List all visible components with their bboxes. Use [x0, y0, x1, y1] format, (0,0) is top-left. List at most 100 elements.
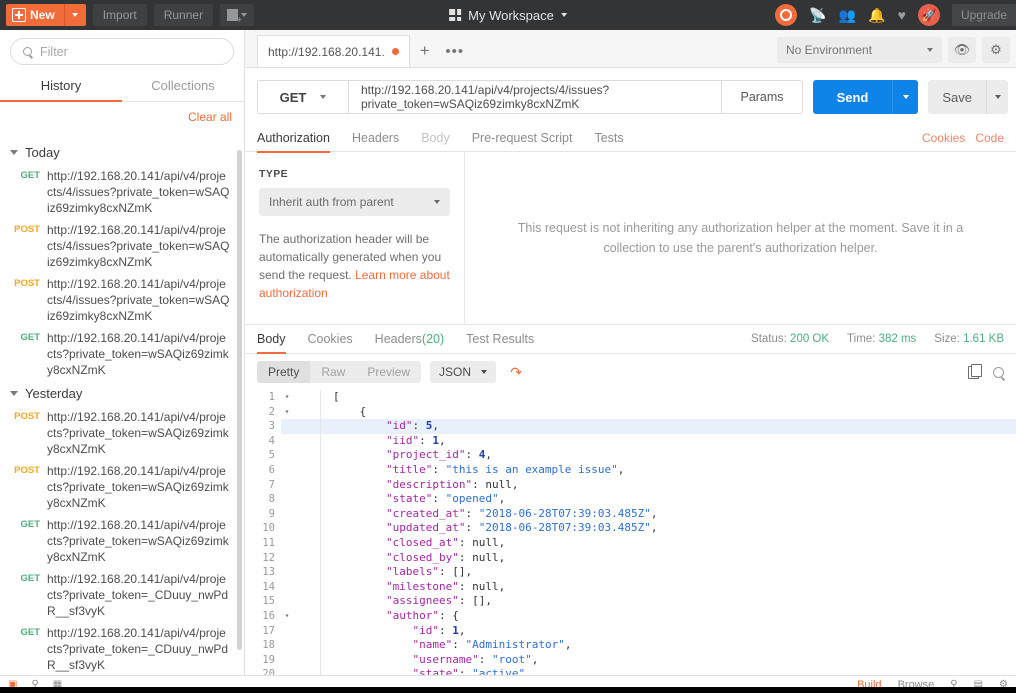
token-p: : — [465, 448, 479, 462]
search-icon[interactable] — [993, 366, 1004, 378]
new-dropdown-button[interactable] — [63, 4, 86, 26]
rocket-icon[interactable]: 🚀 — [917, 4, 940, 26]
history-group-header[interactable]: Yesterday — [0, 381, 244, 406]
list-item[interactable]: GET http://192.168.20.141/api/v4/projects… — [0, 327, 244, 381]
tab-collections[interactable]: Collections — [122, 71, 244, 101]
token-k: "project_id" — [385, 448, 466, 462]
new-button[interactable]: New — [6, 4, 86, 26]
token-k: "closed_at" — [385, 535, 459, 549]
list-item[interactable]: GET http://192.168.20.141/api/v4/projects… — [0, 568, 244, 622]
fold-toggle-icon[interactable]: ▾ — [281, 405, 293, 420]
environment-quick-look-button[interactable]: 👁 — [948, 37, 976, 63]
token-p: : { — [438, 608, 459, 622]
request-tab[interactable]: http://192.168.20.141. — [257, 35, 410, 67]
fold-toggle-icon — [281, 492, 293, 507]
status-meta: Status: 200 OK — [751, 333, 829, 345]
runner-button[interactable]: Runner — [153, 4, 214, 26]
code-text: "project_id": 4, — [321, 448, 492, 463]
tab-headers[interactable]: Headers (20) — [375, 325, 444, 353]
list-item[interactable]: POST http://192.168.20.141/api/v4/project… — [0, 273, 244, 327]
tab-body[interactable]: Body — [421, 124, 450, 152]
environment-manage-button[interactable]: ⚙ — [982, 37, 1010, 63]
list-item[interactable]: POST http://192.168.20.141/api/v4/project… — [0, 219, 244, 273]
clear-all-button[interactable]: Clear all — [188, 110, 232, 124]
fold-toggle-icon — [281, 624, 293, 639]
filter-input[interactable] — [40, 44, 221, 59]
token-k: "description" — [385, 477, 473, 491]
method-selector[interactable]: GET — [257, 80, 349, 114]
code-text: "closed_by": null, — [321, 551, 505, 566]
line-number: 11 — [245, 535, 281, 551]
history-item-method: GET — [20, 573, 40, 584]
new-window-button[interactable] — [220, 4, 255, 26]
format-raw[interactable]: Raw — [310, 361, 356, 383]
list-item[interactable]: POST http://192.168.20.141/api/v4/project… — [0, 406, 244, 460]
history-group-header[interactable]: Today — [0, 140, 244, 165]
code-line: 6 "title": "this is an example issue", — [245, 462, 1016, 478]
code-line: 13 "labels": [], — [245, 565, 1016, 580]
fold-toggle-icon — [281, 448, 293, 463]
gear-icon: ⚙ — [990, 42, 1002, 57]
format-preview[interactable]: Preview — [356, 361, 421, 383]
token-p: , — [498, 550, 506, 564]
heart-icon[interactable]: ♥ — [898, 8, 906, 22]
authorization-pane: TYPE Inherit auth from parent The author… — [245, 152, 1016, 324]
auth-type-selector[interactable]: Inherit auth from parent — [259, 188, 450, 216]
code-text: "iid": 1, — [321, 434, 446, 449]
code-line: 3 "id": 5, — [245, 419, 1016, 434]
list-item[interactable]: GET http://192.168.20.141/api/v4/projects… — [0, 165, 244, 219]
cookies-link[interactable]: Cookies — [922, 131, 965, 145]
tab-history[interactable]: History — [0, 71, 122, 102]
tab-test-results[interactable]: Test Results — [466, 325, 534, 353]
tab-options-button[interactable]: ••• — [440, 35, 470, 67]
save-options-button[interactable] — [986, 80, 1008, 114]
code-text: "author": { — [321, 609, 459, 624]
params-button[interactable]: Params — [722, 80, 803, 114]
filter-box[interactable] — [10, 38, 234, 65]
url-input[interactable]: http://192.168.20.141/api/v4/projects/4/… — [349, 80, 723, 114]
fold-toggle-icon[interactable]: ▾ — [281, 609, 293, 624]
code-text: "title": "this is an example issue", — [321, 463, 624, 478]
gutter-divider — [293, 535, 321, 551]
fold-toggle-icon — [281, 638, 293, 653]
token-p: , — [531, 652, 539, 666]
list-item[interactable]: POST http://192.168.20.141/api/v4/project… — [0, 460, 244, 514]
code-line: 7 "description": null, — [245, 477, 1016, 493]
code-text: "id": 5, — [321, 419, 439, 434]
tab-authorization[interactable]: Authorization — [257, 124, 330, 153]
wrap-lines-button[interactable]: ↷ — [505, 361, 527, 383]
send-options-button[interactable] — [892, 80, 919, 114]
code-link[interactable]: Code — [975, 131, 1004, 145]
invite-icon[interactable]: 👥 — [839, 8, 856, 22]
status-label: Status: — [751, 333, 787, 345]
send-button[interactable]: Send — [812, 80, 893, 114]
fold-toggle-icon — [281, 521, 293, 536]
tab-pre-request-script[interactable]: Pre-request Script — [472, 124, 573, 152]
history-list[interactable]: Today GET http://192.168.20.141/api/v4/pro… — [0, 140, 244, 675]
list-item[interactable]: GET http://192.168.20.141/api/v4/projects… — [0, 622, 244, 675]
tab-cookies[interactable]: Cookies — [308, 325, 353, 353]
bell-icon[interactable]: 🔔 — [868, 8, 885, 22]
auth-type-label: TYPE — [259, 168, 289, 180]
format-pretty[interactable]: Pretty — [257, 361, 311, 383]
token-p: , — [650, 506, 658, 520]
tab-headers[interactable]: Headers — [352, 124, 399, 152]
list-item[interactable]: GET http://192.168.20.141/api/v4/projects… — [0, 514, 244, 568]
code-line: 1 ▾ [ — [245, 390, 1016, 405]
environment-selector[interactable]: No Environment — [777, 37, 942, 63]
save-button[interactable]: Save — [928, 80, 986, 114]
tab-body[interactable]: Body — [257, 325, 286, 354]
tab-tests[interactable]: Tests — [594, 124, 623, 152]
import-button[interactable]: Import — [92, 4, 147, 26]
sidebar-scrollbar-thumb[interactable] — [237, 150, 242, 650]
language-selector[interactable]: JSON — [430, 361, 497, 383]
upgrade-button[interactable]: Upgrade — [951, 4, 1016, 26]
fold-toggle-icon[interactable]: ▾ — [281, 390, 293, 405]
copy-icon[interactable] — [968, 363, 982, 379]
postman-logo-icon[interactable] — [775, 4, 798, 26]
fold-toggle-icon — [281, 653, 293, 668]
workspace-selector[interactable]: My Workspace — [449, 8, 567, 23]
add-tab-button[interactable]: + — [410, 35, 440, 67]
response-body-code[interactable]: 1 ▾[2 ▾ {3 "id": 5, 4 "iid": 1, 5 "project_i… — [245, 390, 1016, 680]
sync-icon[interactable]: 📡 — [809, 8, 826, 22]
